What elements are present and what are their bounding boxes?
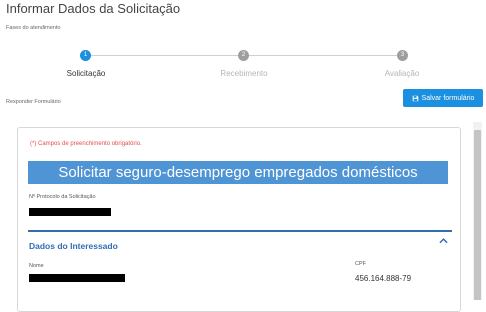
step-connector [249, 55, 398, 56]
step-3-label[interactable]: Avaliação [385, 69, 420, 78]
save-form-label: Salvar formulário [421, 94, 475, 102]
phase-stepper: 1 Solicitação 2 Recebimento 3 Avaliação [0, 46, 486, 86]
step-2-label[interactable]: Recebimento [220, 69, 267, 78]
nome-value-redacted [29, 274, 125, 282]
cpf-label: CPF [355, 261, 366, 267]
form-card: (*) Campos de preenchimento obrigatório.… [17, 127, 461, 312]
required-fields-note: (*) Campos de preenchimento obrigatório. [30, 141, 142, 147]
cpf-value: 456.164.888-79 [355, 274, 412, 283]
nome-label: Nome [29, 263, 44, 269]
chevron-up-icon[interactable] [439, 237, 448, 244]
save-form-button[interactable]: Salvar formulário [403, 89, 483, 107]
scrollbar-thumb[interactable] [474, 130, 481, 300]
page-title: Informar Dados da Solicitação [6, 1, 181, 16]
section-divider [28, 230, 452, 232]
step-3-circle[interactable]: 3 [397, 50, 408, 61]
phases-label: Fases do atendimento [6, 25, 61, 31]
step-1-label[interactable]: Solicitação [67, 69, 106, 78]
step-connector [91, 55, 239, 56]
protocol-label: Nº Protocolo da Solicitação [29, 194, 96, 200]
interessado-section-title[interactable]: Dados do Interessado [29, 241, 118, 251]
form-section-label: Responder Formulário [6, 99, 61, 105]
protocol-value-redacted [29, 208, 111, 216]
step-1-circle[interactable]: 1 [80, 50, 91, 61]
step-2-circle[interactable]: 2 [238, 50, 249, 61]
save-icon [412, 95, 418, 101]
form-banner-title: Solicitar seguro-desemprego empregados d… [28, 161, 448, 184]
